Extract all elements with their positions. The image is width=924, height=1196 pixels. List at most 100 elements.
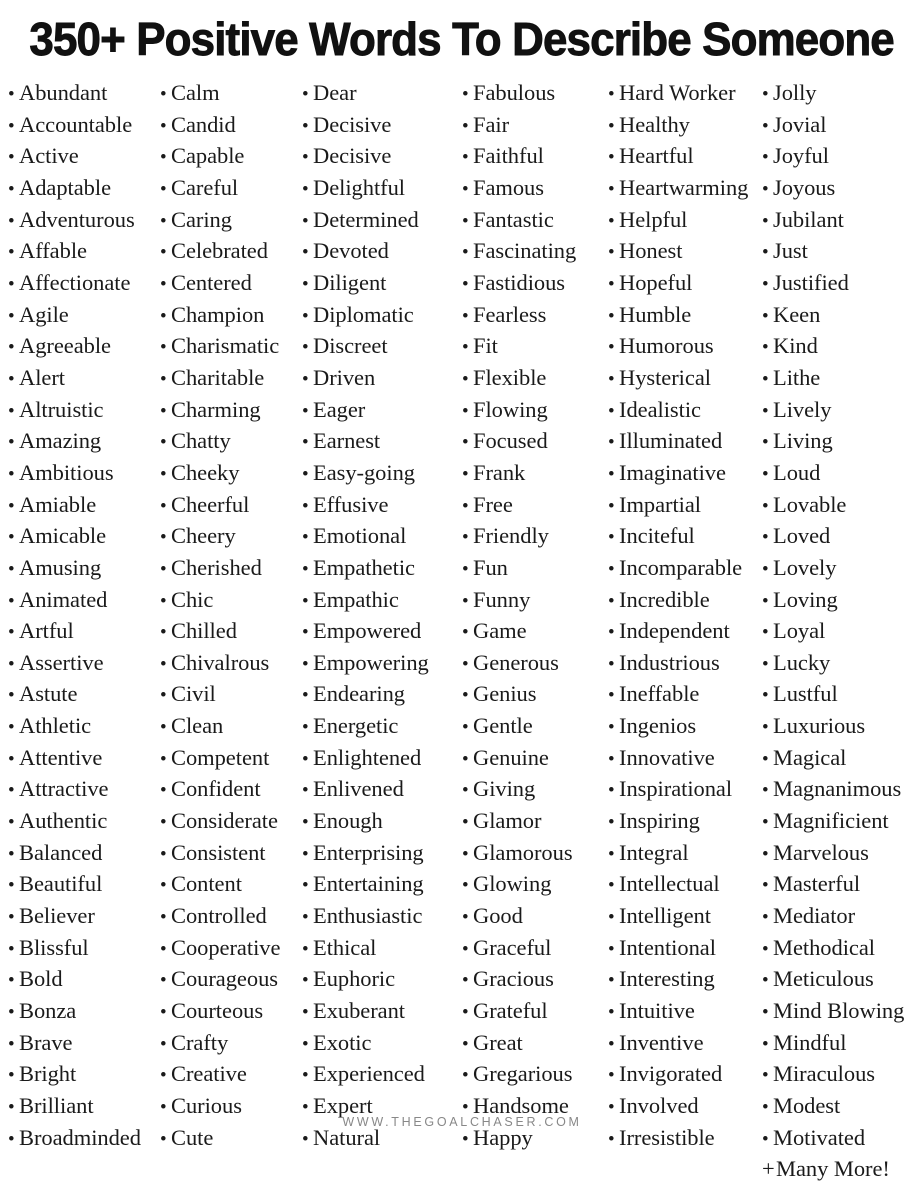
bullet-icon: • [8, 938, 15, 960]
word-list-item: • Agile [8, 300, 160, 332]
word-label: Enthusiastic [313, 903, 423, 929]
word-label: Bonza [19, 998, 77, 1024]
word-label: Fun [473, 554, 508, 580]
word-list-item: • Altruistic [8, 395, 160, 427]
bullet-icon: • [608, 463, 615, 485]
word-list-item: • Easy-going [302, 458, 457, 490]
word-label: Fit [473, 333, 498, 359]
bullet-icon: • [302, 147, 309, 169]
bullet-icon: • [160, 970, 167, 992]
bullet-icon: • [160, 242, 167, 264]
word-list-item: • Loving [762, 585, 924, 617]
word-list-item: • Lovable [762, 490, 924, 522]
word-list-item: • Independent [608, 616, 758, 648]
bullet-icon: • [462, 590, 469, 612]
word-label: Artful [19, 618, 74, 644]
bullet-icon: • [462, 400, 469, 422]
word-label: Cheeky [171, 459, 240, 485]
word-list-item: • Cheerful [160, 490, 297, 522]
word-list-item: • Calm [160, 78, 297, 110]
word-list-item: • Jovial [762, 110, 924, 142]
word-list-item: • Meticulous [762, 964, 924, 996]
bullet-icon: • [462, 337, 469, 359]
word-label: Entertaining [313, 871, 424, 897]
bullet-icon: • [302, 305, 309, 327]
word-label: Controlled [171, 903, 267, 929]
word-label: Driven [313, 364, 376, 390]
word-label: Faithful [473, 143, 544, 169]
word-list-item: • Capable [160, 141, 297, 173]
word-label: Brave [19, 1029, 73, 1055]
bullet-icon: • [160, 84, 167, 105]
word-list-item: • Enlivened [302, 774, 457, 806]
word-list-item: • Discreet [302, 331, 457, 363]
bullet-icon: • [160, 875, 167, 897]
word-list-item: • Dear [302, 78, 457, 110]
bullet-icon: • [8, 147, 15, 169]
word-label: Heartful [619, 143, 694, 169]
word-list-item: • Astute [8, 679, 160, 711]
word-list-item: • Attractive [8, 774, 160, 806]
bullet-icon: • [462, 242, 469, 264]
word-list-item: • Euphoric [302, 964, 457, 996]
word-list-item: • Amazing [8, 426, 160, 458]
word-label: Interesting [619, 966, 715, 992]
bullet-icon: • [8, 1065, 15, 1087]
word-list-item: • Assertive [8, 648, 160, 680]
bullet-icon: • [608, 843, 615, 865]
word-list-item: • Flexible [462, 363, 600, 395]
bullet-icon: • [462, 1002, 469, 1024]
word-label: Amusing [19, 554, 102, 580]
word-list-item: • Magical [762, 743, 924, 775]
word-label: Easy-going [313, 459, 415, 485]
more-note-label: Many More! [776, 1156, 890, 1182]
word-label: Flexible [473, 364, 547, 390]
word-label: Ingenios [619, 713, 697, 739]
word-list-item: • Inspiring [608, 806, 758, 838]
bullet-icon: • [8, 210, 15, 232]
word-list-item: • Clean [160, 711, 297, 743]
word-label: Chilled [171, 618, 237, 644]
word-list-item: • Enlightened [302, 743, 457, 775]
bullet-icon: • [608, 178, 615, 200]
word-label: Honest [619, 238, 683, 264]
word-label: Jolly [773, 80, 817, 105]
word-list-item: • Hopeful [608, 268, 758, 300]
word-list-item: • Intellectual [608, 869, 758, 901]
bullet-icon: • [762, 368, 769, 390]
bullet-icon: • [608, 400, 615, 422]
word-label: Altruistic [19, 396, 104, 422]
bullet-icon: • [462, 273, 469, 295]
bullet-icon: • [8, 780, 15, 802]
bullet-icon: • [160, 622, 167, 644]
bullet-icon: • [762, 907, 769, 929]
word-list-item: • Lustful [762, 679, 924, 711]
word-list-item: • Enterprising [302, 838, 457, 870]
word-label: Gentle [473, 713, 533, 739]
word-list-item: • Charming [160, 395, 297, 427]
bullet-icon: • [160, 590, 167, 612]
bullet-icon: • [160, 1002, 167, 1024]
plus-icon: + [762, 1156, 775, 1182]
bullet-icon: • [160, 527, 167, 549]
bullet-icon: • [608, 780, 615, 802]
word-list-item: • Brave [8, 1028, 160, 1060]
word-list-item: • Good [462, 901, 600, 933]
word-column-2: • Calm • Candid • Capable • Careful • Caring • Cele… [160, 78, 297, 1154]
bullet-icon: • [762, 622, 769, 644]
word-label: Determined [313, 206, 419, 232]
word-list-item: • Magnanimous [762, 774, 924, 806]
word-label: Ineffable [619, 681, 700, 707]
word-list-item: • Gentle [462, 711, 600, 743]
word-list-item: • Agreeable [8, 331, 160, 363]
bullet-icon: • [302, 84, 309, 105]
word-list-item: • Decisive [302, 141, 457, 173]
word-list-item: • Mindful [762, 1028, 924, 1060]
bullet-icon: • [762, 527, 769, 549]
bullet-icon: • [608, 337, 615, 359]
word-label: Methodical [773, 934, 875, 960]
word-list-item: • Industrious [608, 648, 758, 680]
word-column-3: • Dear • Decisive • Decisive • Delightful • Deter… [297, 78, 457, 1154]
page-header: 350+ Positive Words To Describe Someone [0, 0, 924, 78]
word-label: Humble [619, 301, 692, 327]
